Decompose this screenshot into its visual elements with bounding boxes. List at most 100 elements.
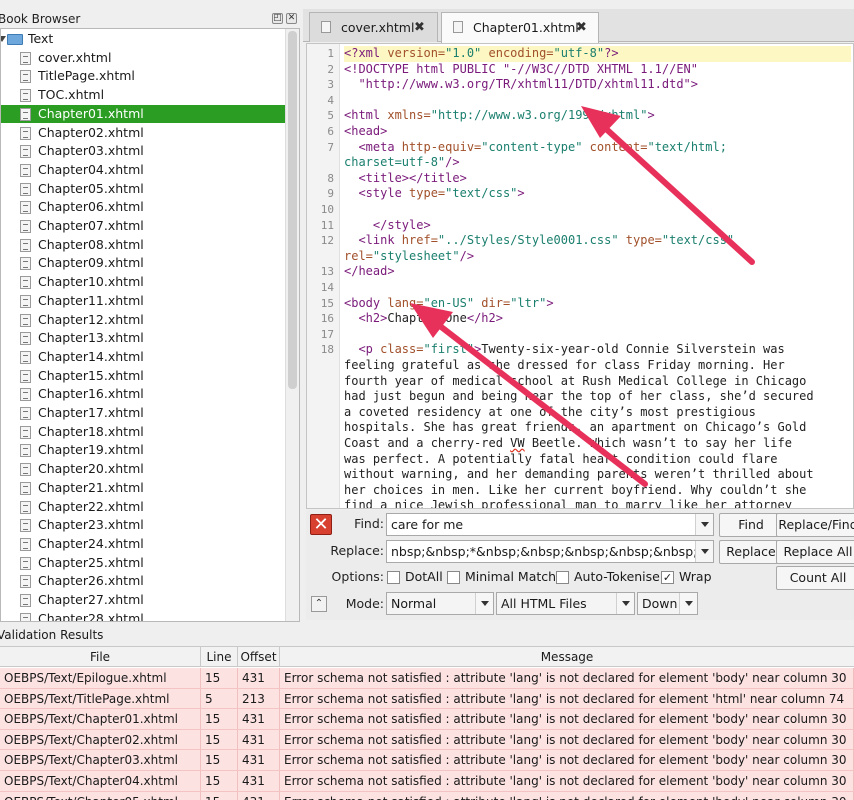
auto-tokenise-checkbox[interactable]: [556, 571, 569, 584]
tree-file-item[interactable]: Chapter18.xhtml: [1, 423, 285, 442]
direction-select[interactable]: Down: [637, 592, 698, 615]
tree-file-item[interactable]: Chapter04.xhtml: [1, 161, 285, 180]
code-line[interactable]: [344, 327, 851, 343]
code-line[interactable]: <body lang="en-US" dir="ltr">: [344, 296, 851, 312]
wrap-checkbox[interactable]: ✓: [661, 571, 674, 584]
tree-file-item[interactable]: Chapter11.xhtml: [1, 292, 285, 311]
validation-row[interactable]: OEBPS/Text/Chapter04.xhtml 15 431 Error sch…: [0, 771, 854, 792]
code-line[interactable]: <link href="../Styles/Style0001.css" typ…: [344, 233, 851, 249]
code-line[interactable]: <meta http-equiv="content-type" content=…: [344, 140, 851, 156]
tree-file-item[interactable]: Chapter01.xhtml: [1, 104, 285, 124]
tree-file-item[interactable]: Chapter20.xhtml: [1, 460, 285, 479]
code-line[interactable]: </style>: [344, 218, 851, 234]
tree-file-item[interactable]: Chapter10.xhtml: [1, 273, 285, 292]
code-line[interactable]: <h2>Chapter One</h2>: [344, 311, 851, 327]
close-icon[interactable]: ✕: [286, 13, 297, 24]
code-line[interactable]: <title></title>: [344, 171, 851, 187]
tab-cover[interactable]: cover.xhtml ✖: [309, 12, 438, 42]
validation-row[interactable]: OEBPS/Text/Chapter02.xhtml 15 431 Error sch…: [0, 729, 854, 751]
tree-file-item[interactable]: Chapter09.xhtml: [1, 254, 285, 273]
tree-file-item[interactable]: Chapter16.xhtml: [1, 385, 285, 404]
column-header-line[interactable]: Line: [201, 647, 238, 667]
dotall-checkbox[interactable]: [387, 571, 400, 584]
minimal-match-checkbox[interactable]: [447, 571, 460, 584]
tree-file-item[interactable]: Chapter05.xhtml: [1, 180, 285, 199]
tree-file-item[interactable]: Chapter27.xhtml: [1, 591, 285, 610]
code-line[interactable]: [344, 93, 851, 109]
code-line[interactable]: her choices in men. Like her current boy…: [344, 483, 851, 499]
replace-find-button[interactable]: Replace/Find: [776, 513, 854, 537]
tree-file-item[interactable]: Chapter17.xhtml: [1, 404, 285, 423]
collapse-panel-icon[interactable]: ⌃: [311, 596, 327, 612]
tree-scrollbar[interactable]: [285, 29, 299, 621]
column-header-message[interactable]: Message: [280, 647, 854, 667]
tab-close-icon[interactable]: ✖: [414, 13, 425, 43]
validation-row[interactable]: OEBPS/Text/Chapter01.xhtml 15 431 Error sch…: [0, 709, 854, 730]
chevron-down-icon[interactable]: [695, 541, 713, 562]
tree-file-item[interactable]: Chapter06.xhtml: [1, 198, 285, 217]
chevron-down-icon[interactable]: [616, 593, 634, 614]
tree-file-item[interactable]: Chapter24.xhtml: [1, 535, 285, 554]
tree-file-item[interactable]: Chapter22.xhtml: [1, 498, 285, 517]
tab-chapter01[interactable]: Chapter01.xhtml ✖: [441, 12, 599, 43]
tree-file-item[interactable]: Chapter07.xhtml: [1, 217, 285, 236]
tree-file-item[interactable]: Chapter15.xhtml: [1, 367, 285, 386]
validation-row[interactable]: OEBPS/Text/Chapter05.xhtml15431Error sch…: [0, 791, 854, 800]
expand-arrow-icon[interactable]: [1, 36, 6, 42]
code-line[interactable]: <html xmlns="http://www.w3.org/1999/xhtm…: [344, 108, 851, 124]
tree-file-item[interactable]: TOC.xhtml: [1, 86, 285, 105]
chevron-down-icon[interactable]: [475, 593, 493, 614]
code-line[interactable]: had just begun and being near the top of…: [344, 389, 851, 405]
column-header-file[interactable]: File: [0, 647, 201, 667]
validation-row[interactable]: OEBPS/Text/Chapter03.xhtml 15 431 Error sch…: [0, 750, 854, 771]
code-line[interactable]: Coast and a cherry-red VW Beetle. Which …: [344, 436, 851, 452]
chevron-down-icon[interactable]: [679, 593, 697, 614]
float-icon[interactable]: ◰: [272, 13, 283, 24]
code-line[interactable]: <p class="first">Twenty-six-year-old Con…: [344, 342, 851, 358]
tree-file-item[interactable]: Chapter13.xhtml: [1, 329, 285, 348]
code-line[interactable]: [344, 280, 851, 296]
tree-scrollbar-thumb[interactable]: [288, 31, 297, 389]
tree-file-item[interactable]: Chapter19.xhtml: [1, 441, 285, 460]
tree-file-item[interactable]: Chapter14.xhtml: [1, 348, 285, 367]
code-line[interactable]: find a nice Jewish professional man to m…: [344, 498, 851, 508]
replace-input[interactable]: nbsp;&nbsp;*&nbsp;&nbsp;&nbsp;&nbsp;&nbs…: [386, 540, 714, 563]
close-find-panel-icon[interactable]: ✕: [310, 514, 332, 535]
code-line[interactable]: <!DOCTYPE html PUBLIC "-//W3C//DTD XHTML…: [344, 62, 851, 78]
code-line[interactable]: </head>: [344, 264, 851, 280]
code-line[interactable]: fourth year of medical school at Rush Me…: [344, 374, 851, 390]
code-line[interactable]: was perfect. A potentially fatal heart c…: [344, 452, 851, 468]
column-header-offset[interactable]: Offset: [238, 647, 280, 667]
tree-file-item[interactable]: Chapter12.xhtml: [1, 311, 285, 330]
code-line[interactable]: hospitals. She has great friends, an apa…: [344, 420, 851, 436]
tree-folder-text[interactable]: Text: [1, 30, 285, 49]
tree-file-item[interactable]: Chapter02.xhtml: [1, 124, 285, 143]
tree-file-item[interactable]: cover.xhtml: [1, 49, 285, 68]
code-line[interactable]: rel="stylesheet"/>: [344, 249, 851, 265]
code-editor[interactable]: 1 2 3 4 5 6 7 8 9 10 11 12 13 14 15 16 17 18 <?xml versio…: [306, 43, 854, 509]
tree-file-item[interactable]: Chapter03.xhtml: [1, 142, 285, 161]
find-input[interactable]: care for me: [386, 513, 714, 536]
replace-all-button[interactable]: Replace All: [776, 540, 854, 564]
chevron-down-icon[interactable]: [695, 514, 713, 535]
mode-select[interactable]: Normal: [386, 592, 494, 615]
code-line[interactable]: a coveted residency at one of the city’s…: [344, 405, 851, 421]
count-all-button[interactable]: Count All: [776, 566, 854, 590]
tree-file-item[interactable]: Chapter26.xhtml: [1, 572, 285, 591]
code-line[interactable]: <?xml version="1.0" encoding="utf-8"?>: [344, 46, 851, 62]
code-line[interactable]: "http://www.w3.org/TR/xhtml11/DTD/xhtml1…: [344, 77, 851, 93]
tree-file-item[interactable]: Chapter28.xhtml: [1, 610, 285, 621]
replace-button[interactable]: Replace: [719, 540, 783, 564]
find-button[interactable]: Find: [719, 513, 783, 537]
tree-file-item[interactable]: Chapter25.xhtml: [1, 554, 285, 573]
tree-file-item[interactable]: Chapter08.xhtml: [1, 236, 285, 255]
code-line[interactable]: <head>: [344, 124, 851, 140]
code-line[interactable]: without warning, and her demanding paren…: [344, 467, 851, 483]
code-line[interactable]: feeling grateful as she dressed for clas…: [344, 358, 851, 374]
tab-close-icon[interactable]: ✖: [576, 13, 587, 43]
tree-file-item[interactable]: Chapter23.xhtml: [1, 516, 285, 535]
validation-row[interactable]: OEBPS/Text/Epilogue.xhtml 15 431 Error sche…: [0, 668, 854, 689]
code-line[interactable]: [344, 202, 851, 218]
tree-file-item[interactable]: TitlePage.xhtml: [1, 67, 285, 86]
code-line[interactable]: charset=utf-8"/>: [344, 155, 851, 171]
